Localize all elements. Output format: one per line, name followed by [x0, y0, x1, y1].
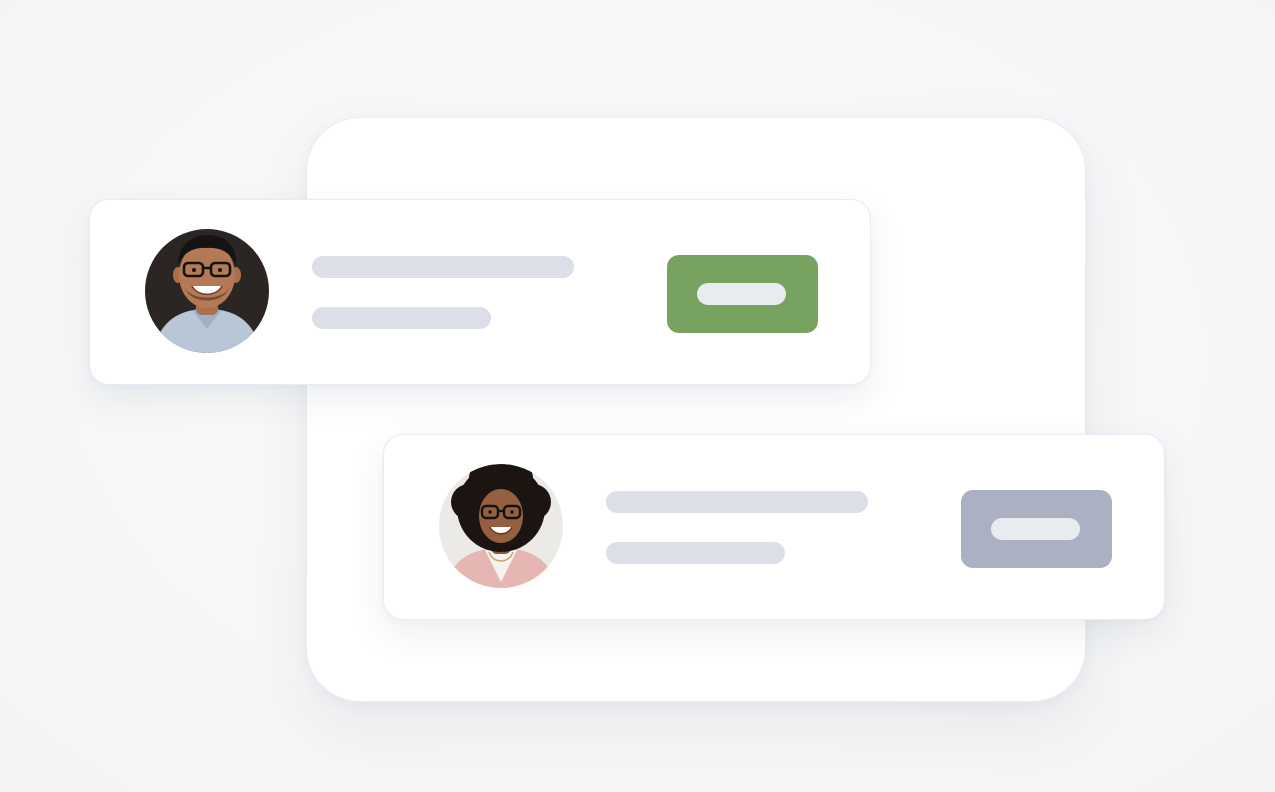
- avatar-photo-2: [439, 464, 563, 588]
- inactive-button[interactable]: [961, 490, 1112, 568]
- avatar-woman-curly-hair: [439, 464, 563, 588]
- user-card-2: [383, 434, 1165, 620]
- user-card-1: [89, 199, 871, 385]
- accept-button[interactable]: [667, 255, 818, 333]
- subtitle-placeholder-line: [606, 542, 785, 564]
- avatar-man-glasses: [145, 229, 269, 353]
- illustration-stage: [0, 0, 1275, 792]
- name-placeholder-line: [312, 256, 574, 278]
- button-label-placeholder: [697, 283, 786, 305]
- button-label-placeholder: [991, 518, 1080, 540]
- subtitle-placeholder-line: [312, 307, 491, 329]
- name-placeholder-line: [606, 491, 868, 513]
- avatar-photo-1: [145, 229, 269, 353]
